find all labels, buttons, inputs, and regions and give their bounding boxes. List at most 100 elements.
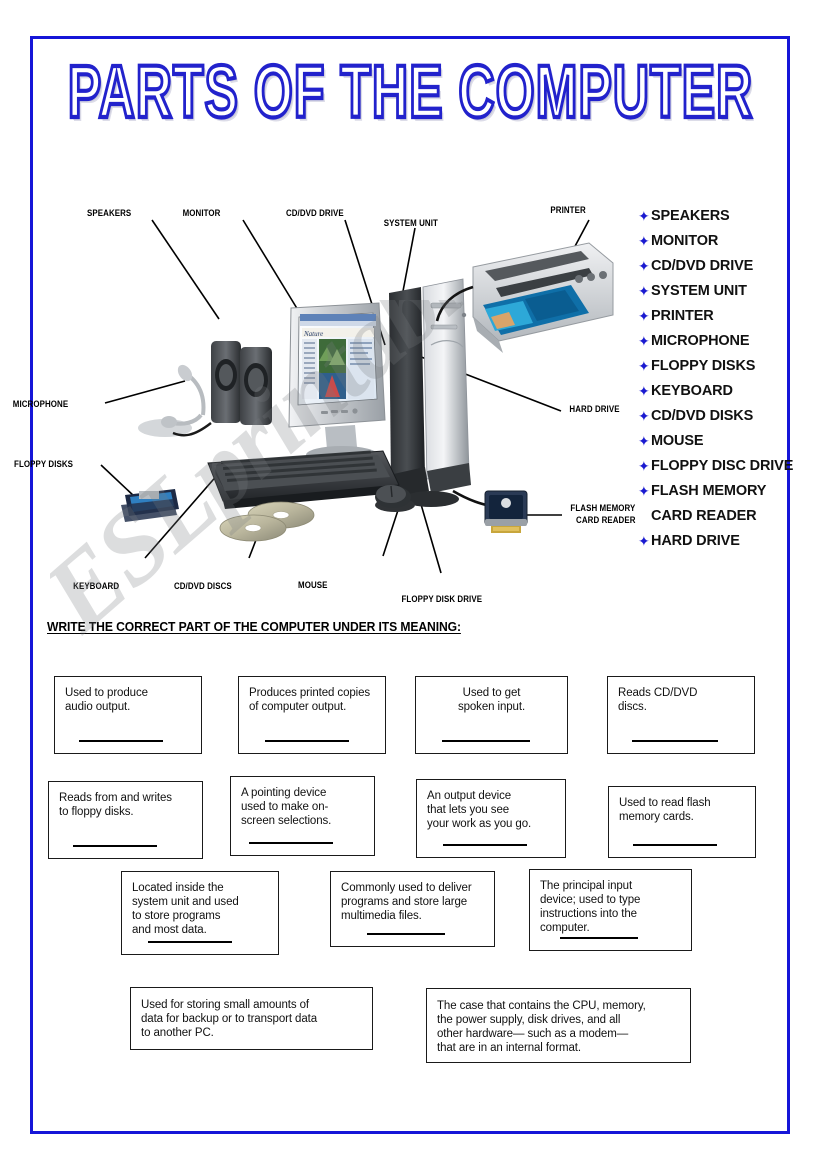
exercise-box-monitor[interactable]: An output device that lets you see your wo… (416, 779, 566, 858)
vocab-label: MONITOR (651, 233, 719, 249)
vocab-item-mouse: ✦ MOUSE (638, 430, 800, 455)
bullet-icon: ✦ (638, 233, 650, 249)
exercise-box-printer[interactable]: Produces printed copies of computer outpu… (238, 676, 386, 754)
vocab-label: CD/DVD DRIVE (651, 258, 754, 274)
bullet-icon: ✦ (638, 408, 650, 424)
vocab-label: FLOPPY DISKS (651, 358, 756, 374)
vocab-label: FLOPPY DISC DRIVE (651, 458, 794, 474)
exercise-box-speakers[interactable]: Used to produce audio output. (54, 676, 202, 754)
keyboard-graphic (207, 450, 400, 509)
bullet-icon: ✦ (638, 533, 650, 549)
vocab-label: CARD READER (651, 508, 757, 524)
callout-floppy-disks: FLOPPY DISKS (14, 459, 74, 469)
exercise-box-text: The principal input device; used to type i… (540, 880, 641, 934)
callout-printer: PRINTER (550, 205, 586, 215)
bullet-icon: ✦ (638, 458, 650, 474)
vocab-label: SPEAKERS (651, 208, 730, 224)
callout-flash-memory-line1: FLASH MEMORY (570, 503, 636, 513)
exercise-box-card-reader[interactable]: Used to read flash memory cards. (608, 786, 756, 858)
exercise-instruction: WRITE THE CORRECT PART OF THE COMPUTER U… (47, 620, 461, 634)
exercise-box-text: Used to get spoken input. (457, 687, 526, 713)
vocab-item-printer: ✦ PRINTER (638, 305, 800, 330)
exercise-box-text: Commonly used to deliver programs and sto… (341, 882, 472, 922)
answer-blank-line[interactable] (265, 740, 349, 742)
vocab-item-flash-memory: ✦ FLASH MEMORY (638, 480, 800, 505)
vocab-label: FLASH MEMORY (651, 483, 767, 499)
exercise-box-hard-drive[interactable]: Located inside the system unit and used to… (121, 871, 279, 955)
exercise-box-text: Produces printed copies of computer outpu… (249, 687, 371, 713)
vocab-label: MICROPHONE (651, 333, 750, 349)
answer-blank-line[interactable] (249, 842, 333, 844)
exercise-box-text: A pointing device used to make on-screen … (241, 787, 332, 827)
exercise-box-cd-dvd-discs[interactable]: Commonly used to deliver programs and sto… (330, 871, 495, 947)
vocab-item-floppy-disc-drive: ✦ FLOPPY DISC DRIVE (638, 455, 800, 480)
callout-cd-dvd-discs: CD/DVD DISCS (173, 581, 232, 591)
bullet-icon: ✦ (638, 333, 650, 349)
vocab-item-system-unit: ✦ SYSTEM UNIT (638, 280, 800, 305)
exercise-box-text: An output device that lets you see your wo… (427, 790, 532, 830)
bullet-icon: ✦ (638, 308, 650, 324)
bullet-icon: ✦ (638, 433, 650, 449)
svg-text:Nature: Nature (303, 330, 323, 338)
answer-blank-line[interactable] (79, 740, 163, 742)
answer-blank-line[interactable] (632, 740, 718, 742)
exercise-box-text: Reads from and writes to floppy disks. (59, 792, 172, 818)
exercise-box-system-unit[interactable]: The case that contains the CPU, memory, t… (426, 988, 691, 1063)
vocab-label: MOUSE (651, 433, 704, 449)
exercise-box-floppy-disks[interactable]: Used for storing small amounts of data fo… (130, 987, 373, 1050)
answer-blank-line[interactable] (442, 740, 530, 742)
bullet-icon: ✦ (638, 483, 650, 499)
callout-hard-drive: HARD DRIVE (569, 404, 620, 414)
bullet-icon: ✦ (638, 208, 650, 224)
vocab-item-card-reader: ✦ CARD READER (638, 505, 800, 530)
answer-blank-line[interactable] (367, 933, 445, 935)
vocab-item-microphone: ✦ MICROPHONE (638, 330, 800, 355)
vocab-item-floppy-disks: ✦ FLOPPY DISKS (638, 355, 800, 380)
answer-blank-line[interactable] (73, 845, 157, 847)
vocab-item-cd-dvd-drive: ✦ CD/DVD DRIVE (638, 255, 800, 280)
callout-mouse: MOUSE (298, 580, 328, 590)
monitor-graphic: Nature (288, 302, 386, 464)
vocab-item-cd-dvd-disks: ✦ CD/DVD DISKS (638, 405, 800, 430)
vocabulary-list: ✦ SPEAKERS ✦ MONITOR ✦ CD/DVD DRIVE ✦ SY… (638, 205, 800, 555)
callout-cd-dvd-drive: CD/DVD DRIVE (285, 208, 344, 218)
exercise-box-keyboard[interactable]: The principal input device; used to type i… (529, 869, 692, 951)
callout-floppy-disk-drive: FLOPPY DISK DRIVE (401, 594, 483, 604)
answer-blank-line[interactable] (148, 941, 232, 943)
vocab-item-monitor: ✦ MONITOR (638, 230, 800, 255)
exercise-box-text: Reads CD/DVD discs. (618, 687, 698, 713)
vocab-label: SYSTEM UNIT (651, 283, 747, 299)
microphone-graphic (138, 364, 206, 437)
bullet-icon: ✦ (638, 358, 650, 374)
exercise-box-cd-dvd-drive[interactable]: Reads CD/DVD discs. (607, 676, 755, 754)
callout-keyboard: KEYBOARD (73, 581, 120, 591)
answer-blank-line[interactable] (633, 844, 717, 846)
answer-blank-line[interactable] (560, 937, 638, 939)
exercise-box-microphone[interactable]: Used to get spoken input. (415, 676, 568, 754)
exercise-box-text: The case that contains the CPU, memory, t… (437, 1000, 646, 1054)
exercise-box-text: Located inside the system unit and used to… (132, 882, 239, 936)
callout-card-reader-line2: CARD READER (576, 515, 636, 525)
floppy-disks-graphic (121, 489, 179, 522)
exercise-box-text: Used to read flash memory cards. (619, 797, 711, 823)
bullet-icon: ✦ (638, 258, 650, 274)
bullet-icon: ✦ (638, 283, 650, 299)
answer-blank-line[interactable] (443, 844, 527, 846)
vocab-item-keyboard: ✦ KEYBOARD (638, 380, 800, 405)
exercise-box-floppy-drive[interactable]: Reads from and writes to floppy disks. (48, 781, 203, 859)
worksheet-page: PARTS OF THE COMPUTER Nature SPEAKERS MO… (0, 0, 821, 1169)
flash-card-reader-graphic (484, 490, 528, 533)
exercise-box-text: Used for storing small amounts of data fo… (141, 999, 318, 1039)
exercise-box-text: Used to produce audio output. (65, 687, 148, 713)
callout-system-unit: SYSTEM UNIT (383, 218, 438, 228)
callout-monitor: MONITOR (182, 208, 221, 218)
callout-speakers: SPEAKERS (87, 208, 132, 218)
vocab-label: PRINTER (651, 308, 714, 324)
vocab-label: HARD DRIVE (651, 533, 740, 549)
vocab-label: CD/DVD DISKS (651, 408, 754, 424)
bullet-icon: ✦ (638, 383, 650, 399)
callout-microphone: MICROPHONE (12, 399, 69, 409)
exercise-box-mouse[interactable]: A pointing device used to make on-screen … (230, 776, 375, 856)
vocab-item-hard-drive: ✦ HARD DRIVE (638, 530, 800, 555)
vocab-item-speakers: ✦ SPEAKERS (638, 205, 800, 230)
